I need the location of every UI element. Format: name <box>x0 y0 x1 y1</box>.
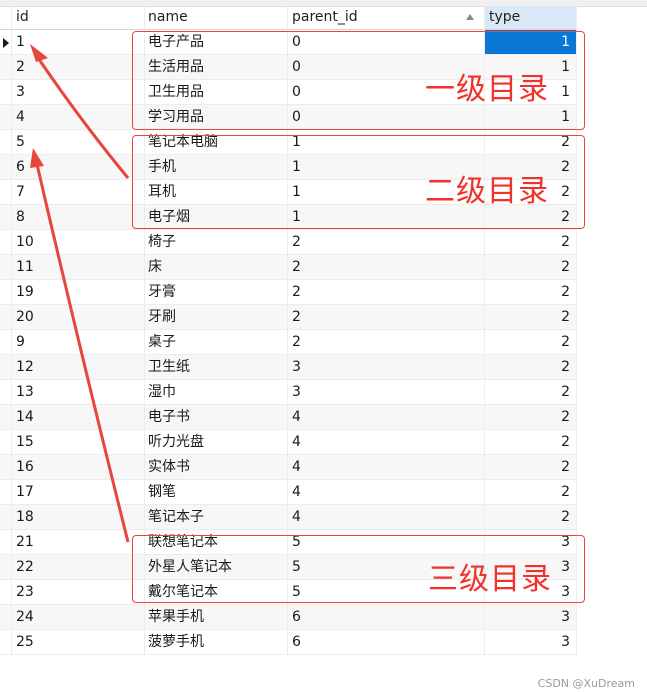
annotation-arrows <box>30 44 130 543</box>
arrow-head-level2 <box>30 148 44 168</box>
arrow-level3-to-level2 <box>34 159 130 543</box>
watermark: CSDN @XuDream <box>537 677 635 690</box>
arrow-level2-to-level1 <box>32 51 130 179</box>
arrow-head-level1 <box>30 44 48 62</box>
